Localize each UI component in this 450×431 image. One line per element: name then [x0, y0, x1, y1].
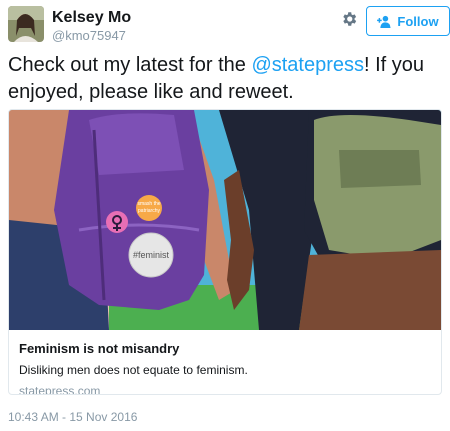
tweet-text-before: Check out my latest for the	[8, 54, 252, 76]
tweet-header: Kelsey Mo @kmo75947 Follow	[8, 6, 450, 46]
gear-icon[interactable]	[340, 10, 358, 28]
card-description: Disliking men does not equate to feminis…	[19, 363, 248, 377]
add-user-icon	[377, 15, 391, 28]
follow-label: Follow	[397, 13, 439, 29]
avatar[interactable]	[8, 6, 44, 42]
avatar-image	[8, 6, 44, 42]
card-body[interactable]: Feminism is not misandry Disliking men d…	[9, 330, 441, 394]
link-card[interactable]: smash the patriarchy #feminist Feminism …	[8, 109, 442, 395]
mention-link[interactable]: @statepress	[251, 54, 364, 76]
follow-button[interactable]: Follow	[366, 6, 450, 36]
feminist-badge-text: #feminist	[133, 250, 170, 260]
author-handle[interactable]: @kmo75947	[52, 28, 126, 43]
card-domain[interactable]: statepress.com	[19, 383, 431, 394]
card-title[interactable]: Feminism is not misandry	[19, 340, 431, 358]
tweet-timestamp[interactable]: 10:43 AM - 15 Nov 2016	[8, 410, 137, 424]
card-image[interactable]: smash the patriarchy #feminist	[9, 110, 441, 330]
tweet-text: Check out my latest for the @statepress!…	[8, 52, 442, 106]
pin-text-2: patriarchy	[138, 208, 160, 214]
author-name[interactable]: Kelsey Mo	[52, 9, 131, 27]
pin-text: smash the	[137, 201, 160, 207]
